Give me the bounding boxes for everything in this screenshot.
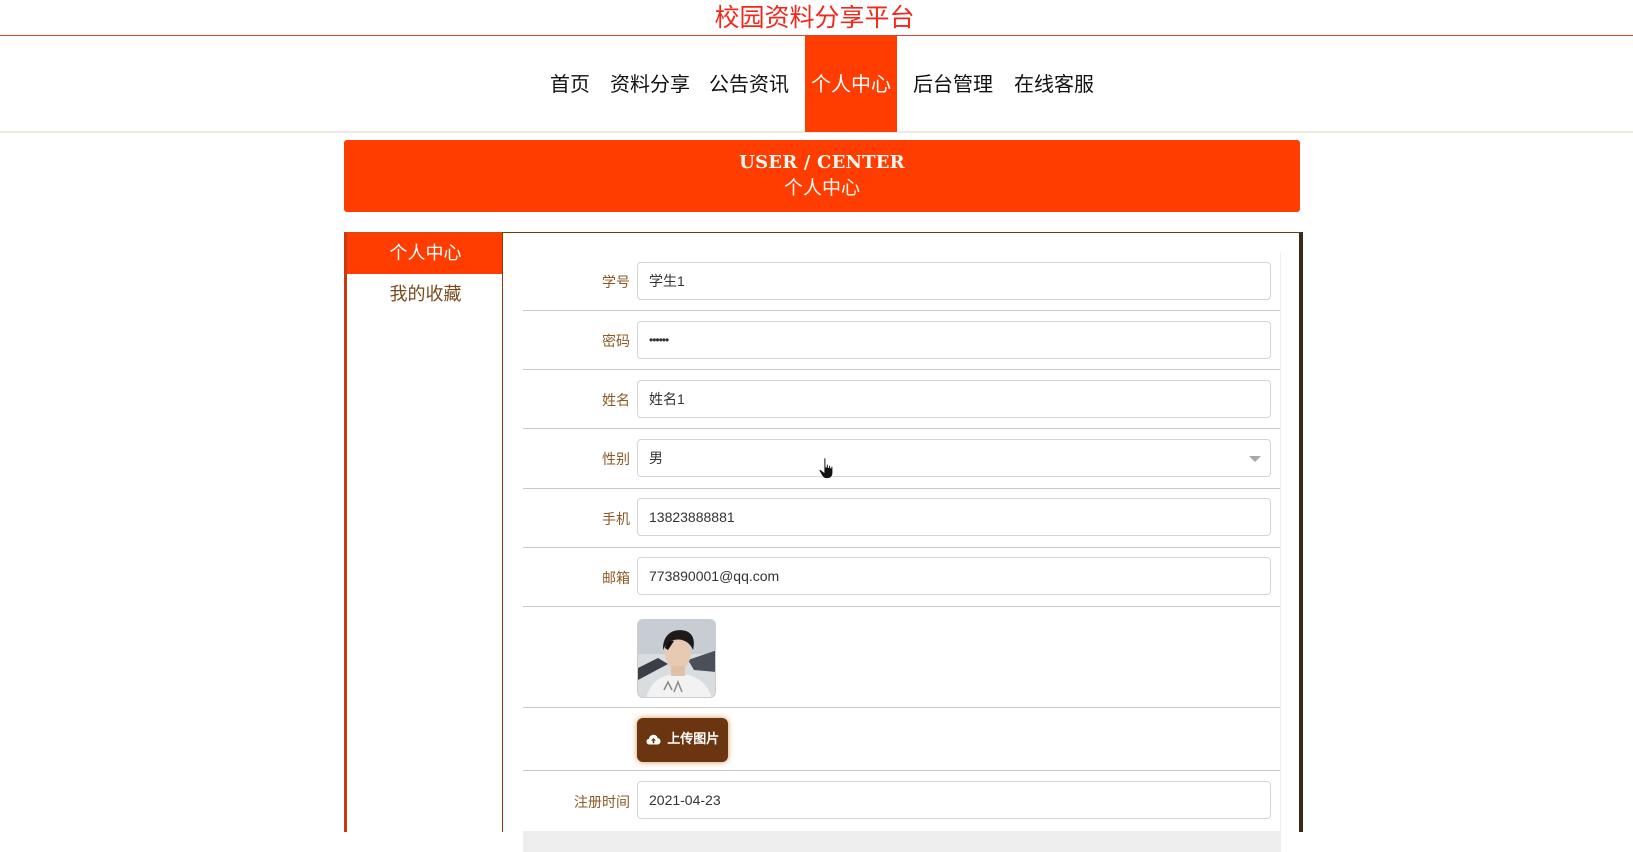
avatar: [637, 619, 716, 698]
email-label: 邮箱: [602, 571, 630, 587]
nav-admin[interactable]: 后台管理: [911, 36, 995, 132]
sidebar-item-favorites[interactable]: 我的收藏: [347, 274, 504, 315]
cloud-upload-icon: [646, 734, 661, 745]
sidebar-item-user-center[interactable]: 个人中心: [347, 233, 504, 274]
student-id-input[interactable]: 学生1: [637, 262, 1271, 300]
nav-user-center[interactable]: 个人中心: [805, 36, 897, 132]
form-row-name: 姓名 姓名1: [523, 370, 1280, 429]
name-input[interactable]: 姓名1: [637, 380, 1271, 418]
nav-resource-share[interactable]: 资料分享: [609, 36, 691, 132]
banner-title-en: USER / CENTER: [739, 152, 905, 173]
name-label: 姓名: [602, 393, 630, 409]
password-label: 密码: [602, 334, 630, 350]
form-row-register-time: 注册时间 2021-04-23: [523, 771, 1280, 831]
hand-cursor-icon: [818, 457, 834, 479]
form-row-email: 邮箱 773890001@qq.com: [523, 548, 1280, 607]
phone-label: 手机: [602, 512, 630, 528]
register-time-input[interactable]: 2021-04-23: [637, 781, 1271, 819]
form-row-avatar: [523, 607, 1280, 708]
upload-image-button[interactable]: 上传图片: [637, 718, 728, 762]
profile-form: 学号 学生1 密码 •••••• 姓名 姓名1 性别 男 手机 13823888…: [523, 252, 1281, 852]
profile-panel: 学号 学生1 密码 •••••• 姓名 姓名1 性别 男 手机 13823888…: [502, 232, 1303, 852]
sidebar: 个人中心 我的收藏: [344, 232, 504, 832]
chevron-down-icon: [1249, 456, 1261, 462]
email-input[interactable]: 773890001@qq.com: [637, 557, 1271, 595]
avatar-image: [638, 620, 715, 697]
gender-select[interactable]: 男: [637, 439, 1271, 477]
nav-home[interactable]: 首页: [548, 36, 592, 132]
form-row-gender: 性别 男: [523, 429, 1280, 489]
main-nav: 首页 资料分享 公告资讯 个人中心 后台管理 在线客服: [0, 36, 1633, 133]
form-row-upload: 上传图片: [523, 708, 1280, 771]
upload-image-label: 上传图片: [667, 732, 720, 747]
form-row-student-id: 学号 学生1: [523, 252, 1280, 311]
register-time-label: 注册时间: [574, 795, 630, 811]
gender-select-value: 男: [649, 450, 663, 466]
nav-announcements[interactable]: 公告资讯: [708, 36, 790, 132]
nav-online-service[interactable]: 在线客服: [1012, 36, 1096, 132]
site-title: 校园资料分享平台: [714, 3, 915, 32]
form-row-password: 密码 ••••••: [523, 311, 1280, 370]
site-header: 校园资料分享平台: [0, 0, 1633, 36]
gender-label: 性别: [602, 452, 630, 468]
password-input[interactable]: ••••••: [637, 321, 1271, 359]
banner-title-cn: 个人中心: [783, 177, 860, 199]
phone-input[interactable]: 13823888881: [637, 498, 1271, 536]
student-id-label: 学号: [602, 275, 630, 291]
form-row-phone: 手机 13823888881: [523, 489, 1280, 548]
page-banner: USER / CENTER 个人中心: [344, 140, 1300, 212]
